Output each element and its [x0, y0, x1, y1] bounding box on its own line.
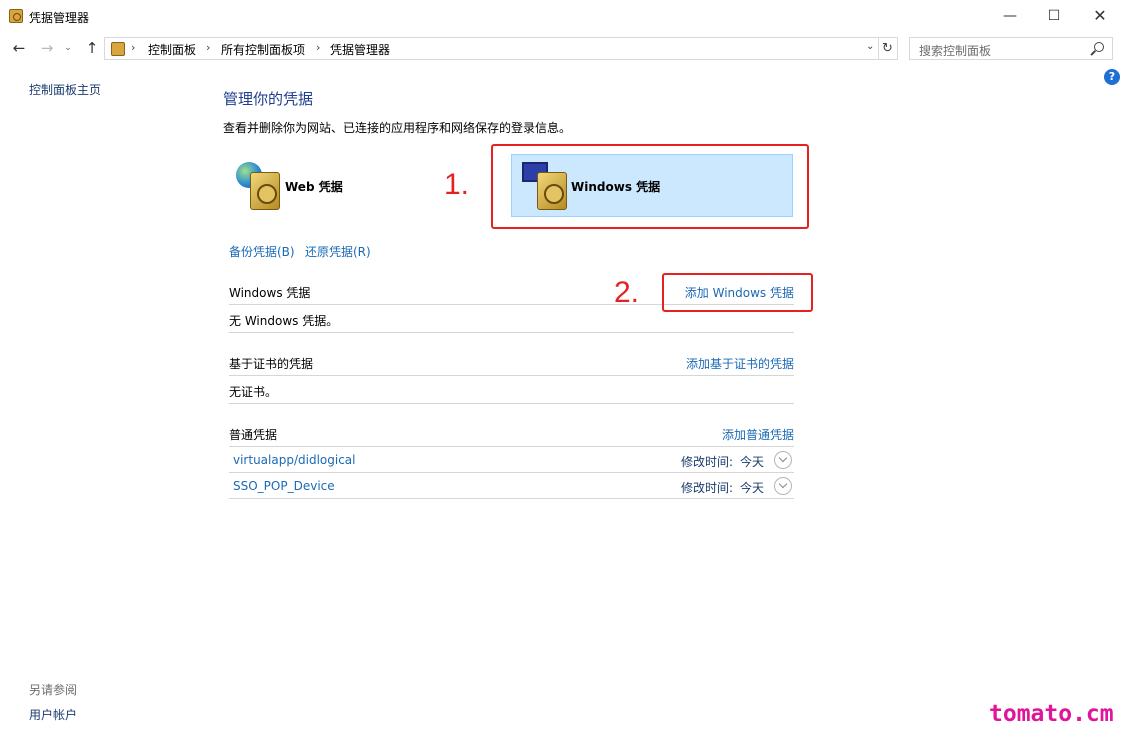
search-placeholder: 搜索控制面板	[919, 44, 992, 58]
watermark: tomato.cm	[989, 701, 1114, 727]
vault-icon	[250, 172, 280, 210]
certificate-credentials-heading: 基于证书的凭据	[229, 357, 314, 371]
windows-credentials-heading: Windows 凭据	[229, 286, 311, 300]
page-description: 查看并删除你为网站、已连接的应用程序和网络保存的登录信息。	[223, 121, 572, 135]
recent-locations-button[interactable]: ⌄	[61, 35, 75, 61]
sidebar-user-accounts[interactable]: 用户帐户	[29, 706, 77, 723]
chevron-right-icon[interactable]: ›	[316, 41, 320, 54]
address-bar[interactable]: › 控制面板 › 所有控制面板项 › 凭据管理器 ⌄	[104, 37, 879, 60]
chevron-right-icon[interactable]: ›	[131, 41, 135, 54]
annotation-box-step1	[491, 144, 809, 229]
back-button[interactable]: ←	[8, 35, 30, 61]
see-also-heading: 另请参阅	[29, 683, 78, 697]
divider	[229, 332, 794, 333]
add-certificate-credential-link[interactable]: 添加基于证书的凭据	[686, 355, 794, 372]
sidebar-control-panel-home[interactable]: 控制面板主页	[29, 81, 101, 98]
modified-value: 今天	[740, 455, 765, 469]
credential-item-name[interactable]: virtualapp/didlogical	[233, 453, 355, 467]
minimize-button[interactable]: —	[987, 0, 1033, 32]
expand-chevron-icon[interactable]	[774, 451, 792, 469]
window-title: 凭据管理器	[29, 11, 90, 25]
modified-label: 修改时间:	[681, 481, 734, 495]
search-input[interactable]: 搜索控制面板	[909, 37, 1113, 60]
breadcrumb-all-items[interactable]: 所有控制面板项	[221, 41, 305, 58]
chevron-down-icon[interactable]: ⌄	[866, 41, 874, 52]
certificate-credentials-empty: 无证书。	[229, 385, 278, 399]
backup-credentials-link[interactable]: 备份凭据(B)	[229, 243, 295, 260]
restore-credentials-link[interactable]: 还原凭据(R)	[305, 243, 371, 260]
modified-label: 修改时间:	[681, 455, 734, 469]
up-button[interactable]: ↑	[81, 35, 103, 61]
breadcrumb-credential-manager[interactable]: 凭据管理器	[330, 41, 390, 58]
breadcrumb-control-panel[interactable]: 控制面板	[148, 41, 196, 58]
forward-button[interactable]: →	[36, 35, 58, 61]
page-title: 管理你的凭据	[223, 90, 314, 108]
expand-chevron-icon[interactable]	[774, 477, 792, 495]
navigation-bar: ← → ⌄ ↑ › 控制面板 › 所有控制面板项 › 凭据管理器 ⌄ ↻ 搜索控…	[0, 35, 1123, 61]
help-icon[interactable]: ?	[1104, 69, 1120, 85]
title-bar: 凭据管理器 — ☐ ✕	[0, 0, 1123, 32]
divider	[229, 446, 794, 447]
divider	[229, 472, 794, 473]
divider	[229, 498, 794, 499]
control-panel-icon	[111, 42, 125, 56]
annotation-step1: 1.	[444, 168, 470, 201]
maximize-button[interactable]: ☐	[1031, 0, 1077, 32]
search-icon[interactable]	[1094, 42, 1104, 52]
web-credentials-label[interactable]: Web 凭据	[285, 178, 343, 195]
divider	[229, 403, 794, 404]
divider	[229, 375, 794, 376]
close-button[interactable]: ✕	[1077, 0, 1123, 32]
annotation-step2: 2.	[614, 276, 640, 309]
windows-credentials-empty: 无 Windows 凭据。	[229, 314, 339, 328]
add-generic-credential-link[interactable]: 添加普通凭据	[722, 426, 794, 443]
refresh-button[interactable]: ↻	[878, 37, 898, 60]
credential-item-name[interactable]: SSO_POP_Device	[233, 479, 335, 493]
credential-manager-icon	[9, 9, 23, 23]
modified-value: 今天	[740, 481, 765, 495]
annotation-box-step2	[662, 273, 813, 312]
chevron-right-icon[interactable]: ›	[206, 41, 210, 54]
generic-credentials-heading: 普通凭据	[229, 428, 278, 442]
